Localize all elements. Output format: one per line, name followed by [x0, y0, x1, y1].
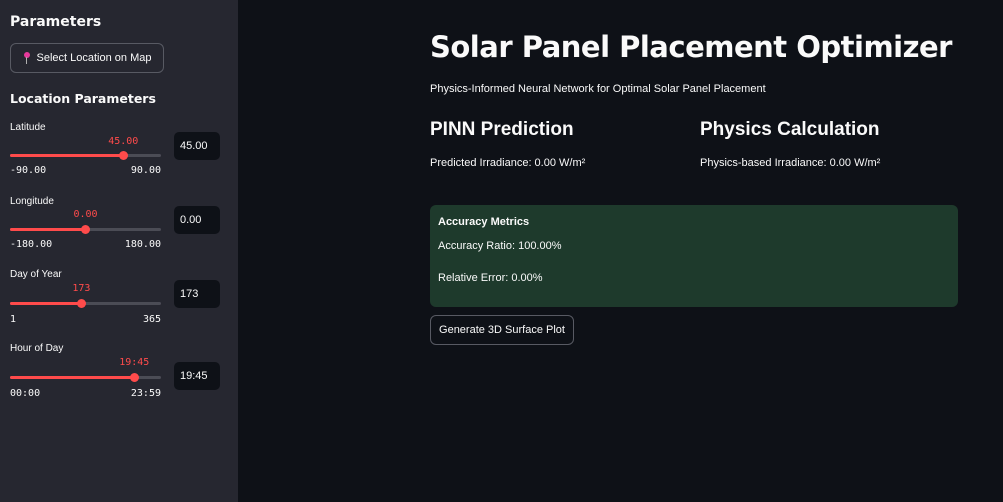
latitude-value: 45.00 [108, 136, 139, 147]
accuracy-metrics-title: Accuracy Metrics [438, 216, 530, 228]
day-of-year-label: Day of Year [10, 269, 62, 280]
longitude-slider-thumb[interactable] [81, 225, 90, 234]
hour-of-day-input[interactable]: 19:45 [174, 362, 220, 390]
latitude-max: 90.00 [130, 165, 161, 176]
longitude-slider[interactable] [10, 225, 161, 234]
page-title: Solar Panel Placement Optimizer [430, 30, 952, 64]
hour-of-day-max: 23:59 [130, 388, 161, 399]
physics-heading: Physics Calculation [700, 119, 880, 140]
latitude-min: -90.00 [10, 165, 47, 176]
day-of-year-slider-thumb[interactable] [76, 299, 86, 308]
hour-of-day-min: 00:00 [10, 388, 41, 399]
accuracy-metrics-panel: Accuracy Metrics Accuracy Ratio: 100.00%… [430, 205, 958, 307]
hour-of-day-slider-thumb[interactable] [129, 373, 139, 382]
latitude-label: Latitude [10, 122, 46, 133]
hour-of-day-slider[interactable] [10, 373, 161, 382]
pinn-irradiance: Predicted Irradiance: 0.00 W/m² [430, 157, 586, 169]
longitude-min: -180.00 [10, 239, 53, 250]
longitude-input[interactable]: 0.00 [174, 206, 220, 234]
pin-icon [23, 52, 31, 64]
relative-error: Relative Error: 0.00% [438, 272, 543, 284]
hour-of-day-label: Hour of Day [10, 343, 64, 354]
sidebar: Parameters Select Location on Map Locati… [0, 0, 238, 502]
sidebar-title: Parameters [10, 14, 102, 30]
location-parameters-title: Location Parameters [10, 91, 156, 106]
day-of-year-max: 365 [142, 314, 161, 325]
pinn-heading: PINN Prediction [430, 119, 574, 140]
select-location-label: Select Location on Map [36, 52, 152, 64]
page-subtitle: Physics-Informed Neural Network for Opti… [430, 83, 766, 95]
latitude-slider-fill [10, 154, 124, 157]
day-of-year-input[interactable]: 173 [174, 280, 220, 308]
physics-irradiance: Physics-based Irradiance: 0.00 W/m² [700, 157, 881, 169]
day-of-year-min: 1 [10, 314, 17, 325]
longitude-value: 0.00 [73, 209, 98, 220]
day-of-year-slider-fill [10, 302, 82, 305]
latitude-input[interactable]: 45.00 [174, 132, 220, 160]
hour-of-day-slider-fill [10, 376, 135, 379]
generate-3d-plot-button[interactable]: Generate 3D Surface Plot [430, 315, 574, 345]
longitude-max: 180.00 [124, 239, 161, 250]
day-of-year-value: 173 [72, 283, 91, 294]
accuracy-ratio: Accuracy Ratio: 100.00% [438, 240, 562, 252]
longitude-slider-fill [10, 228, 86, 231]
latitude-slider[interactable] [10, 151, 161, 160]
select-location-button[interactable]: Select Location on Map [10, 43, 164, 73]
hour-of-day-value: 19:45 [119, 357, 150, 368]
latitude-slider-thumb[interactable] [118, 151, 128, 160]
day-of-year-slider[interactable] [10, 299, 161, 308]
longitude-label: Longitude [10, 196, 54, 207]
